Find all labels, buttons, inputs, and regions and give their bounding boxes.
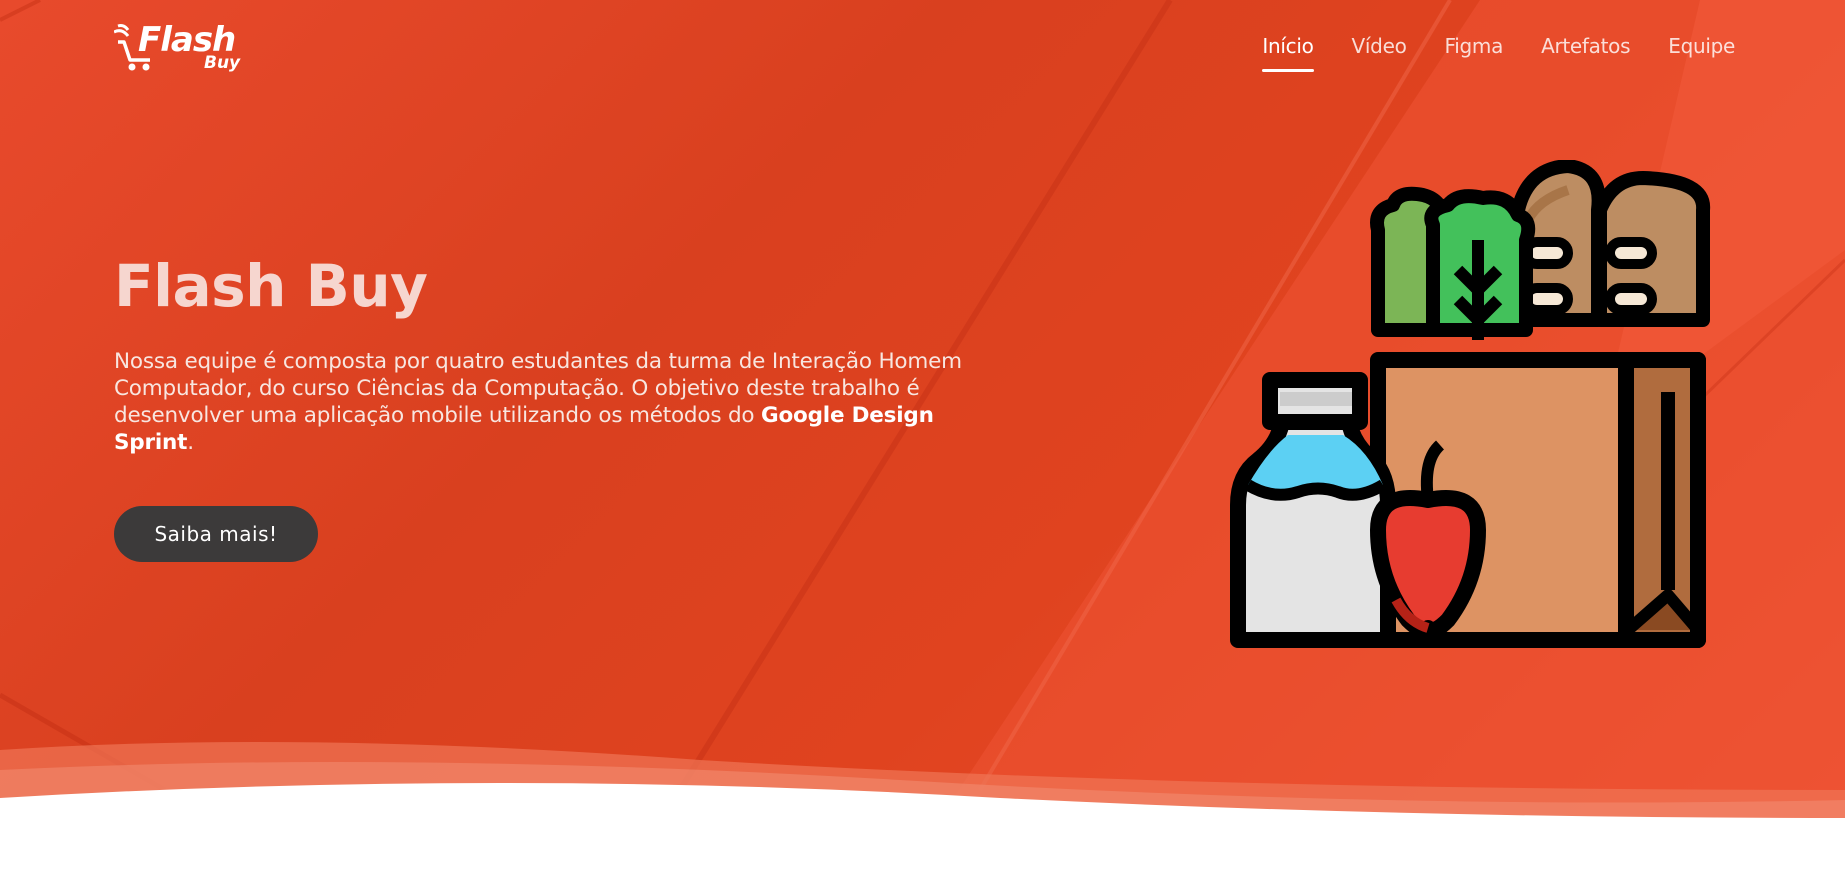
main-nav: Início Vídeo Figma Artefatos Equipe bbox=[1224, 34, 1735, 72]
nav-item-equipe[interactable]: Equipe bbox=[1668, 34, 1735, 58]
saiba-mais-button[interactable]: Saiba mais! bbox=[114, 506, 318, 562]
brand-logo[interactable]: Flash Buy bbox=[114, 20, 244, 76]
site-header: Flash Buy Início Vídeo Figma Artefatos E… bbox=[0, 0, 1845, 100]
nav-item-artefatos[interactable]: Artefatos bbox=[1541, 34, 1630, 58]
grocery-bag-icon bbox=[1230, 160, 1711, 648]
logo-word-buy: Buy bbox=[204, 53, 241, 73]
nav-item-figma[interactable]: Figma bbox=[1445, 34, 1504, 58]
nav-item-video[interactable]: Vídeo bbox=[1352, 34, 1407, 58]
hero-description-end: . bbox=[187, 430, 194, 455]
hero-description: Nossa equipe é composta por quatro estud… bbox=[114, 348, 994, 456]
hero-section: Flash Buy Início Vídeo Figma Artefatos E… bbox=[0, 0, 1845, 879]
bottom-wave bbox=[0, 742, 1845, 879]
nav-item-inicio[interactable]: Início bbox=[1262, 34, 1314, 72]
hero-title: Flash Buy bbox=[114, 252, 428, 320]
